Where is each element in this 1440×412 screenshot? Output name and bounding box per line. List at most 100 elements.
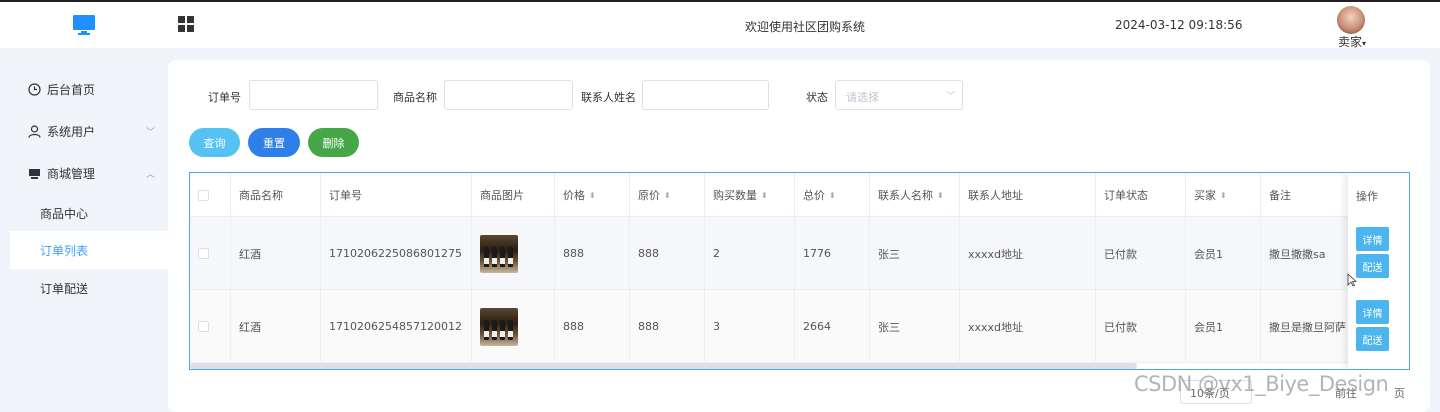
cell-product-image xyxy=(472,217,555,290)
col-header: 操作 xyxy=(1356,190,1378,203)
cell-status: 已付款 xyxy=(1096,217,1186,290)
sidebar-sub-orders[interactable]: 订单列表 xyxy=(10,231,168,269)
deliver-button[interactable]: 配送 xyxy=(1356,327,1389,351)
sort-icon[interactable]: ⬍ xyxy=(1220,191,1227,200)
watermark: CSDN @vx1_Biye_Design xyxy=(1134,372,1389,396)
datetime: 2024-03-12 09:18:56 xyxy=(1115,18,1243,32)
col-header-sortable[interactable]: 买家 ⬍ xyxy=(1186,173,1261,217)
row-checkbox[interactable] xyxy=(198,248,209,259)
product-name-input[interactable] xyxy=(444,80,573,110)
col-header-sortable[interactable]: 总价 ⬍ xyxy=(795,173,870,217)
order-no-input[interactable] xyxy=(249,80,378,110)
table-row[interactable]: 红酒 1710206225086801275 888 888 2 1776 张三… xyxy=(190,217,1409,290)
col-header: 原价 xyxy=(638,189,660,202)
cell-quantity: 3 xyxy=(705,290,795,363)
col-header: 购买数量 xyxy=(713,189,757,202)
cell-orig-price: 888 xyxy=(630,217,705,290)
order-no-label: 订单号 xyxy=(208,91,241,104)
detail-button[interactable]: 详情 xyxy=(1356,227,1389,251)
contact-name-input[interactable] xyxy=(642,80,769,110)
cell-note: 撒旦撒撒sa xyxy=(1261,217,1351,290)
sidebar-sub-products[interactable]: 商品中心 xyxy=(10,194,168,232)
table-row[interactable]: 红酒 1710206254857120012 888 888 3 2664 张三… xyxy=(190,290,1409,363)
col-header: 订单号 xyxy=(321,173,472,217)
sidebar-item-label: 系统用户 xyxy=(47,124,96,139)
cell-order-no: 1710206225086801275 xyxy=(321,217,472,290)
chevron-down-icon: ﹀ xyxy=(146,127,156,138)
avatar[interactable] xyxy=(1337,6,1365,34)
cell-product-name: 红酒 xyxy=(231,290,321,363)
row-checkbox[interactable] xyxy=(198,321,209,332)
sort-icon[interactable]: ⬍ xyxy=(937,191,944,200)
cell-contact: 张三 xyxy=(870,290,960,363)
delete-button[interactable]: 删除 xyxy=(308,128,359,157)
cell-note: 撒旦是撒旦阿萨 xyxy=(1261,290,1351,363)
user-icon xyxy=(28,124,41,138)
mouse-cursor-icon xyxy=(1347,273,1357,287)
row-select-cell xyxy=(190,217,231,290)
cell-order-no: 1710206254857120012 xyxy=(321,290,472,363)
product-name-label: 商品名称 xyxy=(393,91,437,104)
sort-icon[interactable]: ⬍ xyxy=(829,191,836,200)
col-header-sortable[interactable]: 联系人名称 ⬍ xyxy=(870,173,960,217)
menu-grid-icon[interactable] xyxy=(178,16,194,32)
select-all-cell xyxy=(190,173,231,217)
col-header: 价格 xyxy=(563,189,585,202)
horizontal-scrollbar[interactable] xyxy=(190,363,1137,369)
col-header: 总价 xyxy=(803,189,825,202)
col-header-sortable[interactable]: 价格 ⬍ xyxy=(555,173,630,217)
monitor-logo-icon[interactable] xyxy=(72,13,96,37)
sidebar-sub-label: 商品中心 xyxy=(40,206,89,221)
col-header-sortable[interactable]: 购买数量 ⬍ xyxy=(705,173,795,217)
sort-icon[interactable]: ⬍ xyxy=(589,191,596,200)
query-button[interactable]: 查询 xyxy=(189,128,240,157)
cell-buyer: 会员1 xyxy=(1186,217,1261,290)
col-header: 联系人名称 xyxy=(878,189,933,202)
top-bar: 欢迎使用社区团购系统 2024-03-12 09:18:56 卖家▾ xyxy=(0,0,1440,50)
select-all-checkbox[interactable] xyxy=(198,189,209,201)
cell-address: xxxxd地址 xyxy=(960,290,1096,363)
sidebar-item-shop[interactable]: 商城管理 ︿ xyxy=(10,154,168,192)
page-suffix-label: 页 xyxy=(1394,387,1405,400)
contact-name-label: 联系人姓名 xyxy=(581,91,636,104)
cell-contact: 张三 xyxy=(870,217,960,290)
cell-product-name: 红酒 xyxy=(231,217,321,290)
sidebar-item-home[interactable]: 后台首页 xyxy=(10,70,168,108)
wine-bottles-image[interactable] xyxy=(480,234,518,273)
clock-icon xyxy=(28,82,41,96)
status-label: 状态 xyxy=(806,91,828,104)
cell-address: xxxxd地址 xyxy=(960,217,1096,290)
user-name: 卖家 xyxy=(1338,35,1363,49)
caret-down-icon: ▾ xyxy=(1362,39,1367,48)
chevron-down-icon: ﹀ xyxy=(946,92,956,102)
cell-product-image xyxy=(472,290,555,363)
col-header: 商品名称 xyxy=(231,173,321,217)
detail-button[interactable]: 详情 xyxy=(1356,300,1389,324)
reset-button[interactable]: 重置 xyxy=(248,128,300,157)
sidebar-item-users[interactable]: 系统用户 ﹀ xyxy=(10,112,168,150)
shop-icon xyxy=(29,168,40,179)
sidebar-item-label: 后台首页 xyxy=(47,82,96,97)
col-header: 商品图片 xyxy=(472,173,555,217)
page-title: 欢迎使用社区团购系统 xyxy=(745,20,866,34)
sort-icon[interactable]: ⬍ xyxy=(761,191,768,200)
user-menu[interactable]: 卖家▾ xyxy=(1338,33,1366,50)
cell-quantity: 2 xyxy=(705,217,795,290)
sidebar: 后台首页 系统用户 ﹀ 商城管理 ︿ 商品中心 订单列表 订单配送 xyxy=(0,48,168,412)
col-header-sortable[interactable]: 原价 ⬍ xyxy=(630,173,705,217)
col-header: 订单状态 xyxy=(1096,173,1186,217)
row-select-cell xyxy=(190,290,231,363)
chevron-up-icon: ︿ xyxy=(146,169,156,180)
sidebar-item-label: 商城管理 xyxy=(47,166,96,181)
cell-buyer: 会员1 xyxy=(1186,290,1261,363)
status-select[interactable]: 请选择 ﹀ xyxy=(835,80,963,110)
sort-icon[interactable]: ⬍ xyxy=(664,191,671,200)
deliver-button[interactable]: 配送 xyxy=(1356,254,1389,278)
sidebar-sub-delivery[interactable]: 订单配送 xyxy=(10,269,168,307)
col-header: 备注 xyxy=(1261,173,1351,217)
sidebar-sub-label: 订单配送 xyxy=(40,281,89,296)
wine-bottles-image[interactable] xyxy=(480,307,518,346)
cell-price: 888 xyxy=(555,290,630,363)
cell-total: 2664 xyxy=(795,290,870,363)
col-header: 联系人地址 xyxy=(960,173,1096,217)
